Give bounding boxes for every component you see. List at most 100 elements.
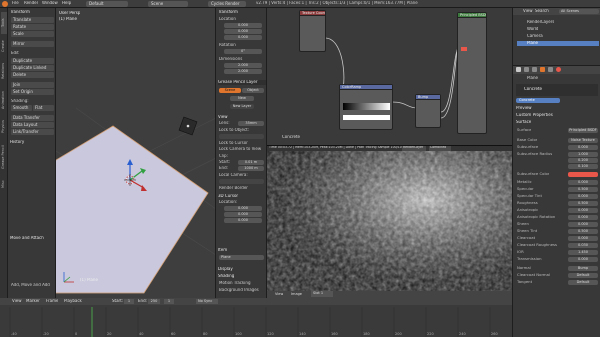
prop-field-specular-tint[interactable]: 0.000 xyxy=(568,194,598,199)
menu-help[interactable]: Help xyxy=(62,1,71,6)
timeline-track[interactable]: -40 -20 0 20 40 60 80 100 120 140 160 180 200 220 240 2… xyxy=(0,307,512,337)
link-transfer-button[interactable]: Link/Transfer xyxy=(11,129,54,135)
timeline-playback-menu[interactable]: Playback xyxy=(64,299,82,304)
material-slot-item[interactable]: Concrete xyxy=(524,87,542,92)
motion-tracking-checkbox[interactable]: Motion Tracking xyxy=(219,281,265,286)
prop-field-subsurface-color[interactable] xyxy=(568,172,598,177)
prop-field-clearcoat[interactable]: 0.000 xyxy=(568,236,598,241)
data-transfer-button[interactable]: Data Transfer xyxy=(11,115,54,121)
location-z[interactable]: 0.000 xyxy=(224,35,262,40)
outliner-search-menu[interactable]: Search xyxy=(535,9,549,14)
material-name-field[interactable]: Concrete xyxy=(516,98,560,103)
local-camera-field[interactable] xyxy=(219,179,264,184)
shading-header[interactable]: Shading xyxy=(218,274,266,279)
grease-pencil-header[interactable]: Grease Pencil Layer xyxy=(218,80,266,85)
prop-field-sheen[interactable]: 0.000 xyxy=(568,222,598,227)
tab-animation[interactable]: Animation xyxy=(1,86,7,114)
lock-object-field[interactable] xyxy=(219,134,264,139)
item-header[interactable]: Item xyxy=(218,248,266,253)
gp-new-button[interactable]: New xyxy=(230,96,254,101)
rotate-button[interactable]: Rotate xyxy=(11,24,54,30)
custom-properties-header[interactable]: Custom Properties xyxy=(516,113,598,118)
render-view-menu[interactable]: View xyxy=(275,292,283,296)
outliner-scope-select[interactable]: All Scenes xyxy=(559,9,599,14)
render-tab-icon[interactable] xyxy=(516,67,521,72)
prop-field-base-color[interactable]: Noise Texture xyxy=(568,138,598,143)
transform-header[interactable]: Transform xyxy=(10,10,54,15)
prop-field-subsurface-radius-x[interactable]: 1.000 xyxy=(568,152,598,157)
end-frame-field[interactable]: 250 xyxy=(148,299,160,304)
gp-object-button[interactable]: Object xyxy=(242,88,264,93)
tab-misc[interactable]: Misc xyxy=(1,176,7,192)
display-header[interactable]: Display xyxy=(218,267,266,272)
smooth-button[interactable]: Smooth xyxy=(11,105,32,111)
subsurface-color-swatch[interactable] xyxy=(461,47,467,51)
material-slot-list[interactable]: Concrete xyxy=(516,84,598,96)
prop-field-subsurface[interactable]: 0.000 xyxy=(568,145,598,150)
cursor-y[interactable]: 0.000 xyxy=(224,212,262,217)
outliner-item-plane[interactable]: Plane xyxy=(517,41,599,46)
move-attach-header[interactable]: Move and Attach xyxy=(10,236,54,241)
node-editor[interactable]: Texture Coordinate ColorRamp Bump Princi… xyxy=(267,8,512,145)
sync-mode-select[interactable]: No Sync xyxy=(196,299,218,304)
outliner-view-menu[interactable]: View xyxy=(523,9,533,14)
timeline-marker-menu[interactable]: Marker xyxy=(26,299,40,304)
render-slot-select[interactable]: Slot 1 xyxy=(311,291,333,297)
np-transform-header[interactable]: Transform xyxy=(218,10,266,15)
current-frame-field[interactable]: 1 xyxy=(164,299,174,304)
prop-field-transmission[interactable]: 0.000 xyxy=(568,257,598,262)
mirror-button[interactable]: Mirror xyxy=(11,41,54,47)
prop-field-roughness[interactable]: 0.500 xyxy=(568,201,598,206)
data-layout-button[interactable]: Data Layout xyxy=(11,122,54,128)
cursor-z[interactable]: 0.000 xyxy=(224,218,262,223)
outliner-item-renderlayers[interactable]: RenderLayers xyxy=(527,20,554,25)
tab-physics[interactable]: Physics xyxy=(1,116,7,138)
prop-field-ior[interactable]: 1.450 xyxy=(568,250,598,255)
screen-layout-select[interactable]: Default xyxy=(86,1,128,7)
node-bump[interactable]: Bump xyxy=(415,94,441,128)
clip-start-field[interactable]: 0.01 m xyxy=(238,160,264,165)
render-view[interactable]: Time 00:03.72 | Mem:103.20M, Peak:103.20… xyxy=(267,145,512,298)
set-origin-button[interactable]: Set Origin xyxy=(11,89,54,95)
cursor-x[interactable]: 0.000 xyxy=(224,206,262,211)
scene-select[interactable]: Scene xyxy=(148,1,188,7)
prop-field-subsurface-radius-z[interactable]: 0.100 xyxy=(568,164,598,169)
surface-shader-select[interactable]: Principled BSDF xyxy=(568,128,598,133)
scale-button[interactable]: Scale xyxy=(11,31,54,37)
tab-relations[interactable]: Relations xyxy=(1,58,7,84)
3d-cursor-header[interactable]: 3D Cursor xyxy=(218,194,266,199)
menu-file[interactable]: File xyxy=(12,1,19,6)
viewport-scene[interactable] xyxy=(56,8,215,298)
timeline-frame-menu[interactable]: Frame xyxy=(46,299,58,304)
prop-field-sheen-tint[interactable]: 0.500 xyxy=(568,229,598,234)
world-tab-icon[interactable] xyxy=(532,67,537,72)
start-frame-field[interactable]: 1 xyxy=(124,299,134,304)
location-y[interactable]: 0.000 xyxy=(224,29,262,34)
flat-button[interactable]: Flat xyxy=(33,105,54,111)
tab-grease-pencil[interactable]: Grease Pencil xyxy=(1,140,7,174)
outliner-item-world[interactable]: World xyxy=(527,27,538,32)
tab-tools[interactable]: Tools xyxy=(1,12,7,34)
join-button[interactable]: Join xyxy=(11,82,54,88)
rendered-concrete-image[interactable] xyxy=(267,151,512,291)
material-tab-icon[interactable] xyxy=(556,67,561,72)
timeline-view-menu[interactable]: View xyxy=(12,299,22,304)
modifier-tab-icon[interactable] xyxy=(548,67,553,72)
lens-field[interactable]: 35mm xyxy=(238,121,264,126)
rotation-x[interactable]: 0° xyxy=(224,49,262,54)
render-image-menu[interactable]: Image xyxy=(291,292,302,296)
prop-field-specular[interactable]: 0.500 xyxy=(568,187,598,192)
prop-field-tangent[interactable]: Default xyxy=(568,280,598,285)
node-color-ramp[interactable]: ColorRamp xyxy=(339,84,393,130)
node-texture-coordinate[interactable]: Texture Coordinate xyxy=(299,10,326,52)
dimensions-x[interactable]: 2.000 xyxy=(224,63,262,68)
view-header[interactable]: View xyxy=(218,115,266,120)
clip-end-field[interactable]: 1000 m xyxy=(238,166,264,171)
prop-field-anisotropic-rotation[interactable]: 0.000 xyxy=(568,215,598,220)
prop-field-subsurface-radius-y[interactable]: 0.200 xyxy=(568,158,598,163)
outliner-item-camera[interactable]: Camera xyxy=(527,34,543,39)
render-border-checkbox[interactable]: Render Border xyxy=(219,186,265,191)
color-ramp-gradient[interactable] xyxy=(343,103,390,110)
blender-logo-icon[interactable] xyxy=(2,1,8,7)
translate-button[interactable]: Translate xyxy=(11,17,54,23)
